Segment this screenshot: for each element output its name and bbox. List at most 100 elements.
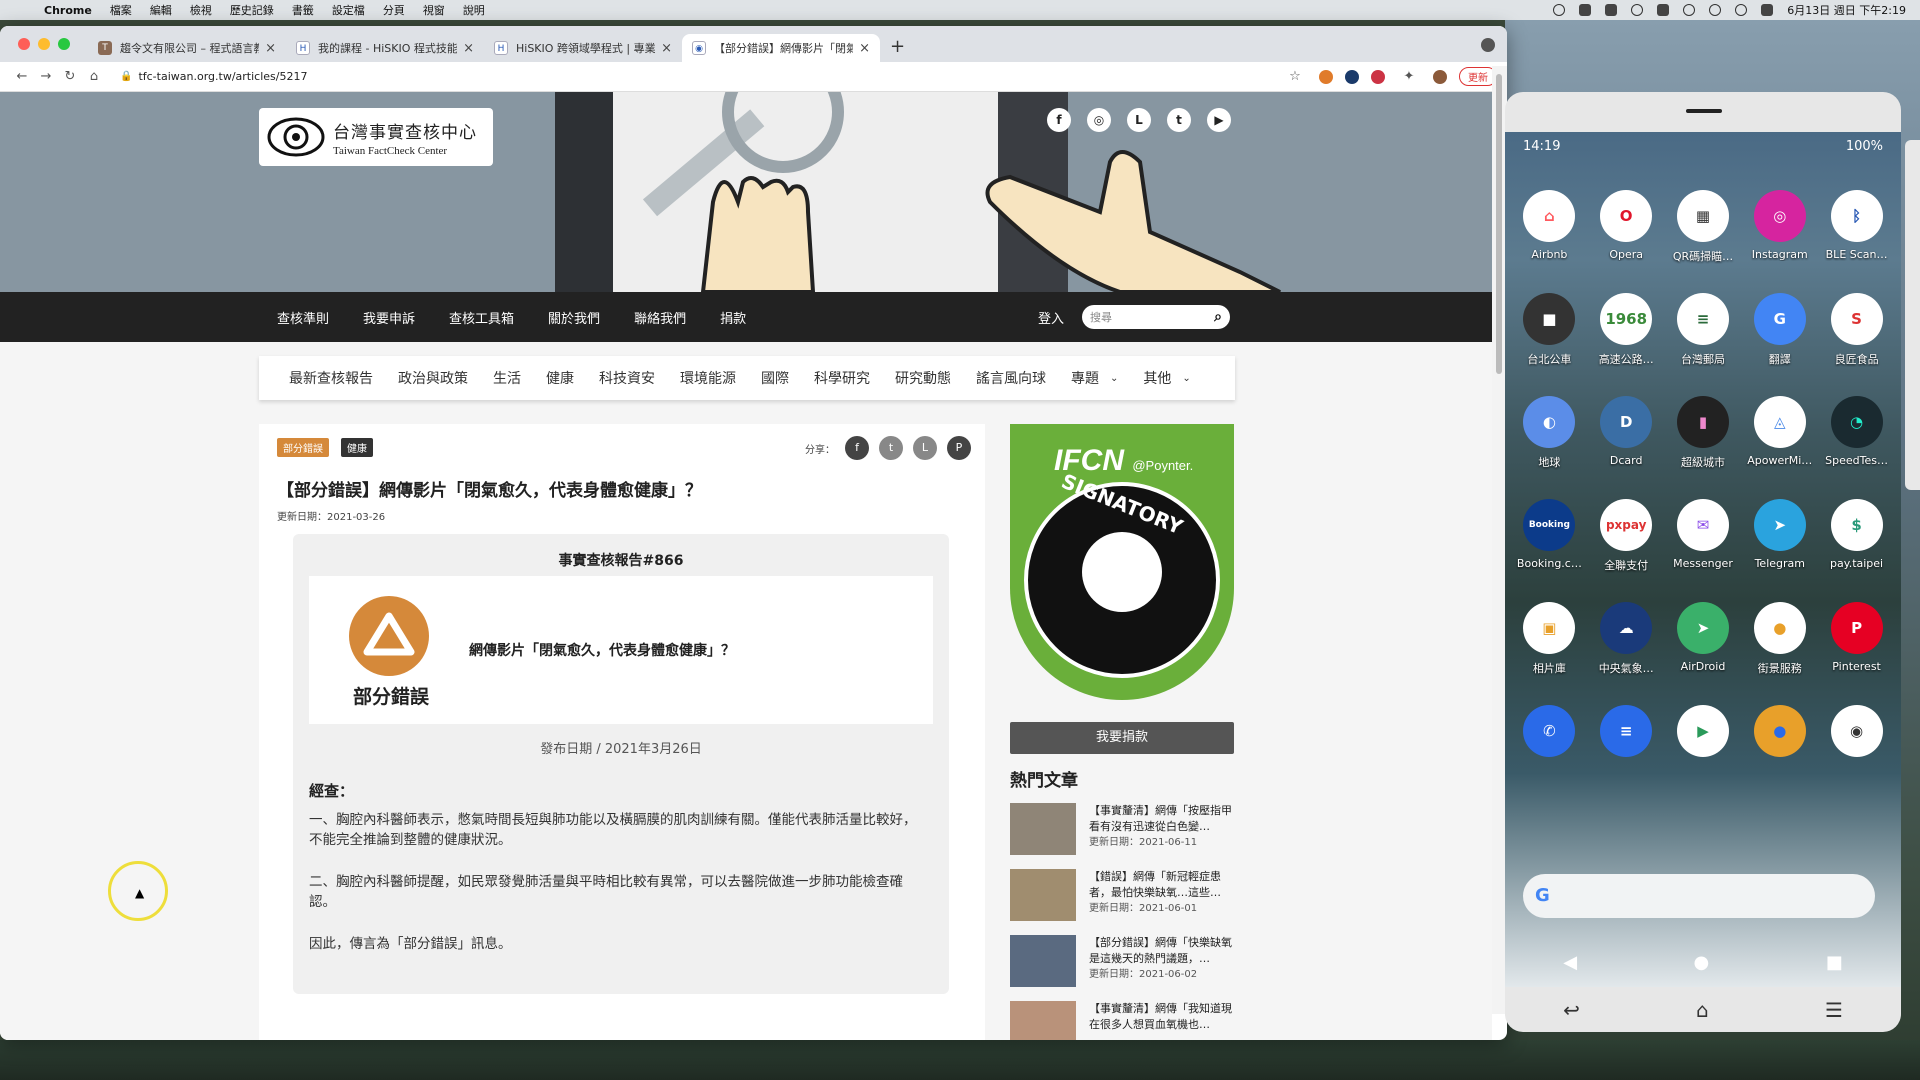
cat-politics[interactable]: 政治與政策 — [398, 368, 468, 388]
close-tab-icon[interactable]: × — [265, 41, 276, 56]
menu-history[interactable]: 歷史記錄 — [230, 2, 274, 18]
tab-search-icon[interactable] — [1481, 38, 1495, 52]
back-icon[interactable]: ← — [10, 69, 34, 84]
app-apowermirror[interactable]: ◬ ApowerMi… — [1742, 396, 1818, 470]
popular-article[interactable]: 【錯誤】網傳「新冠輕症患者，最怕快樂缺氧…這些… 更新日期：2021-06-01 — [1010, 869, 1234, 923]
nav-contact[interactable]: 聯絡我們 — [634, 308, 686, 327]
extension-icon[interactable] — [1371, 69, 1385, 84]
ifcn-badge[interactable]: IFCN @Poynter. SIGNATORY — [1010, 424, 1234, 700]
popular-article[interactable]: 【事實釐清】網傳「按壓指甲看有沒有迅速從白色變… 更新日期：2021-06-11 — [1010, 803, 1234, 857]
login-link[interactable]: 登入 — [1038, 308, 1064, 327]
menubar-clock[interactable]: 6月13日 週日 下午2:19 — [1787, 2, 1906, 18]
lock-icon[interactable]: 🔒 — [120, 71, 132, 82]
search-input[interactable]: 搜尋 ⌕ — [1082, 305, 1230, 329]
menu-view[interactable]: 檢視 — [190, 2, 212, 18]
window-handle[interactable] — [1686, 109, 1722, 113]
category-tag[interactable]: 健康 — [341, 438, 373, 457]
app-speedtest[interactable]: ◔ SpeedTes… — [1819, 396, 1895, 470]
nav-complaint[interactable]: 我要申訴 — [363, 308, 415, 327]
app-earth[interactable]: ◐ 地球 — [1511, 396, 1587, 470]
popular-article[interactable]: 【事實釐清】網傳「我知道現在很多人想買血氧機也… — [1010, 1001, 1234, 1040]
app-messenger[interactable]: ✉ Messenger — [1665, 499, 1741, 573]
zoom-window-button[interactable] — [58, 38, 70, 50]
tab-4-active[interactable]: ◉ 【部分錯誤】網傳影片「閉氣愈久 × — [682, 34, 880, 62]
app-ble-scanner[interactable]: ᛒ BLE Scan… — [1819, 190, 1895, 264]
menu-window[interactable]: 視窗 — [423, 2, 445, 18]
mirror-home-icon[interactable]: ⌂ — [1696, 998, 1709, 1022]
app-city[interactable]: ▮ 超級城市 — [1665, 396, 1741, 470]
menu-help[interactable]: 說明 — [463, 2, 485, 18]
cat-tech[interactable]: 科技資安 — [599, 368, 655, 388]
article-thumbnail[interactable] — [1010, 1001, 1076, 1040]
line-icon[interactable]: L — [1127, 108, 1151, 132]
share-line-icon[interactable]: L — [913, 436, 937, 460]
share-twitter-icon[interactable]: t — [879, 436, 903, 460]
spotlight-icon[interactable] — [1735, 4, 1748, 16]
popular-article-title[interactable]: 【部分錯誤】網傳「快樂缺氧是這幾天的熱門議題，… — [1089, 935, 1234, 967]
donate-button[interactable]: 我要捐款 — [1010, 722, 1234, 754]
new-tab-button[interactable]: + — [890, 36, 905, 57]
app-airdroid[interactable]: ➤ AirDroid — [1665, 602, 1741, 676]
input-source-icon[interactable] — [1657, 4, 1670, 16]
article-thumbnail[interactable] — [1010, 803, 1076, 855]
bluetooth-icon[interactable] — [1631, 4, 1644, 16]
extension-icon[interactable] — [1319, 69, 1333, 84]
bookmark-star-icon[interactable]: ☆ — [1283, 69, 1307, 84]
cat-research[interactable]: 研究動態 — [895, 368, 951, 388]
scrollbar-thumb[interactable] — [1496, 74, 1502, 374]
menu-tab[interactable]: 分頁 — [383, 2, 405, 18]
app-qr[interactable]: ▦ QR碼掃瞄… — [1665, 190, 1741, 264]
app-dcard[interactable]: D Dcard — [1588, 396, 1664, 470]
android-home-icon[interactable]: ● — [1694, 952, 1710, 973]
verdict-tag[interactable]: 部分錯誤 — [277, 438, 329, 457]
control-center-icon[interactable] — [1761, 4, 1774, 16]
avatar[interactable] — [1433, 69, 1447, 84]
close-tab-icon[interactable]: × — [859, 41, 870, 56]
dock-phone[interactable]: ✆ — [1511, 705, 1587, 763]
app-streetview[interactable]: ● 街景服務 — [1742, 602, 1818, 676]
tab-3[interactable]: H HiSKIO 跨領域學程式 | 專業程式 × — [484, 34, 682, 62]
cat-environment[interactable]: 環境能源 — [680, 368, 736, 388]
check-icon[interactable] — [1605, 4, 1618, 16]
forward-icon[interactable]: → — [34, 69, 58, 84]
nav-donate[interactable]: 捐款 — [720, 308, 746, 327]
reload-icon[interactable]: ↻ — [58, 69, 82, 84]
url-text[interactable]: tfc-taiwan.org.tw/articles/5217 — [138, 70, 307, 83]
nav-about[interactable]: 關於我們 — [548, 308, 600, 327]
close-window-button[interactable] — [18, 38, 30, 50]
dock-play-store[interactable]: ▶ — [1665, 705, 1741, 763]
home-icon[interactable]: ⌂ — [82, 69, 106, 84]
facebook-icon[interactable]: f — [1047, 108, 1071, 132]
instagram-icon[interactable]: ◎ — [1087, 108, 1111, 132]
app-bus[interactable]: ■ 台北公車 — [1511, 293, 1587, 367]
app-airbnb[interactable]: ⌂ Airbnb — [1511, 190, 1587, 264]
address-bar[interactable]: 🔒 tfc-taiwan.org.tw/articles/5217 — [120, 70, 1283, 83]
cat-rumor[interactable]: 謠言風向球 — [976, 368, 1046, 388]
minimize-window-button[interactable] — [38, 38, 50, 50]
app-pinterest[interactable]: P Pinterest — [1819, 602, 1895, 676]
chevron-down-icon[interactable]: ⌄ — [1110, 373, 1118, 384]
share-plurk-icon[interactable]: P — [947, 436, 971, 460]
app-post[interactable]: ≡ 台灣郵局 — [1665, 293, 1741, 367]
cat-topics[interactable]: 專題 — [1071, 368, 1099, 388]
search-icon[interactable]: ⌕ — [1214, 309, 1222, 325]
nav-guidelines[interactable]: 查核準則 — [277, 308, 329, 327]
android-back-icon[interactable]: ◀ — [1563, 952, 1577, 973]
cat-science[interactable]: 科學研究 — [814, 368, 870, 388]
app-weather[interactable]: ☁ 中央氣象… — [1588, 602, 1664, 676]
mirror-back-icon[interactable]: ↩ — [1563, 998, 1580, 1022]
article-thumbnail[interactable] — [1010, 869, 1076, 921]
app-telegram[interactable]: ➤ Telegram — [1742, 499, 1818, 573]
share-facebook-icon[interactable]: f — [845, 436, 869, 460]
android-recents-icon[interactable]: ■ — [1826, 952, 1843, 973]
app-opera[interactable]: O Opera — [1588, 190, 1664, 264]
extension-icon[interactable] — [1345, 69, 1359, 84]
close-tab-icon[interactable]: × — [463, 41, 474, 56]
tab-2[interactable]: H 我的課程 - HiSKIO 程式技能 × — [286, 34, 484, 62]
app-food[interactable]: S 良匠食品 — [1819, 293, 1895, 367]
chevron-down-icon[interactable]: ⌄ — [1182, 373, 1190, 384]
article-thumbnail[interactable] — [1010, 935, 1076, 987]
puzzle-icon[interactable]: ✦ — [1397, 69, 1421, 84]
cat-life[interactable]: 生活 — [493, 368, 521, 388]
twitter-icon[interactable]: t — [1167, 108, 1191, 132]
